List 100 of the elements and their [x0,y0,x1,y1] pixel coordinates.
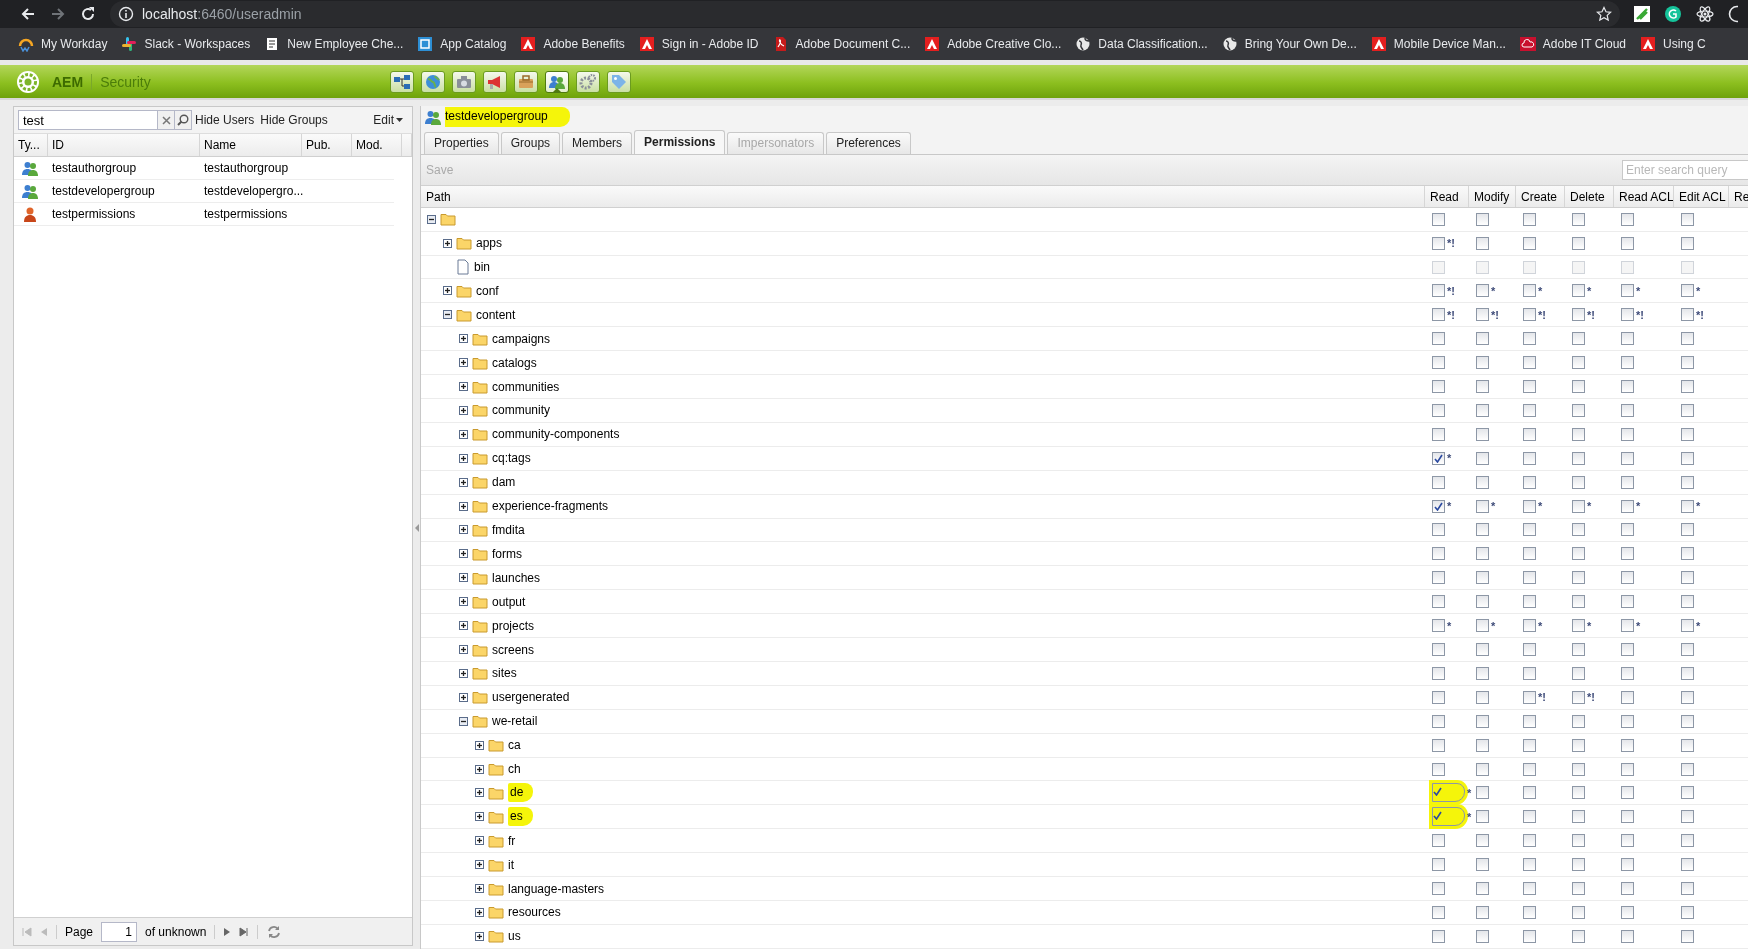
checkbox[interactable] [1432,905,1445,919]
checkbox[interactable] [1621,738,1634,752]
tree-row[interactable]: de * [421,781,1748,806]
checkbox[interactable] [1621,332,1634,346]
checkbox[interactable] [1432,807,1465,827]
checkbox[interactable] [1572,834,1585,848]
bookmark[interactable]: Data Classification... [1075,36,1208,52]
tree-row[interactable]: ch [421,757,1748,782]
tree-item-label[interactable]: es [508,807,533,827]
checkbox[interactable] [1432,427,1445,441]
checkbox[interactable] [1432,403,1445,417]
checkbox[interactable] [1621,403,1634,417]
checkbox[interactable] [1523,905,1536,919]
checkbox[interactable] [1681,332,1694,346]
checkbox[interactable] [1476,905,1489,919]
column-header[interactable]: Pub. [302,134,352,156]
checkbox[interactable] [1476,308,1489,322]
checkbox[interactable] [1572,523,1585,537]
checkbox[interactable] [1432,643,1445,656]
tree-item-label[interactable]: screens [492,642,535,657]
checkbox[interactable] [1523,523,1536,537]
tree-item-label[interactable]: launches [492,570,541,585]
search-field[interactable]: test [18,110,158,130]
checkbox[interactable] [1523,403,1536,417]
expand-icon[interactable] [459,645,468,654]
expand-icon[interactable] [459,573,468,583]
checkbox[interactable] [1621,308,1634,322]
checkbox[interactable] [1523,858,1536,872]
checkbox[interactable] [1476,858,1489,872]
toolbar-button[interactable] [421,70,446,93]
bookmark[interactable]: New Employee Che... [264,36,404,52]
checkbox[interactable] [1572,212,1585,226]
bookmark[interactable]: App Catalog [417,36,507,52]
checkbox[interactable] [1432,523,1445,537]
tree-item-label[interactable]: sites [492,666,517,681]
checkbox[interactable] [1432,451,1445,465]
checkbox[interactable] [1523,547,1536,561]
tab[interactable]: Properties [424,131,499,154]
checkbox[interactable] [1432,547,1445,561]
checkbox[interactable] [1621,666,1634,680]
tree-item-label[interactable]: it [508,857,514,872]
page-field[interactable]: 1 [101,921,138,942]
checkbox[interactable] [1681,284,1694,298]
column-header[interactable]: Re [1728,185,1748,207]
checkbox[interactable] [1432,499,1445,513]
checkbox[interactable] [1476,475,1489,489]
checkbox[interactable] [1523,380,1536,394]
checkbox[interactable] [1572,619,1585,633]
tree-item-label[interactable]: dam [492,475,516,490]
checkbox[interactable] [1523,284,1536,298]
checkbox[interactable] [1681,475,1694,489]
tree-row[interactable]: sites [421,661,1748,686]
checkbox[interactable] [1572,427,1585,441]
refresh-icon[interactable] [266,923,283,940]
expand-icon[interactable] [459,692,468,702]
extension-icon[interactable] [1664,5,1682,23]
checkbox[interactable] [1476,929,1489,943]
toolbar-button[interactable] [452,70,477,93]
checkbox[interactable] [1572,308,1585,322]
checkbox[interactable] [1432,380,1445,394]
tree-item-label[interactable]: experience-fragments [492,499,609,514]
checkbox[interactable] [1572,643,1585,656]
checkbox[interactable] [1681,595,1694,609]
tree-item-label[interactable]: ca [508,738,521,753]
checkbox[interactable] [1621,212,1634,226]
checkbox[interactable] [1681,236,1694,250]
expand-icon[interactable] [475,764,484,774]
bookmark[interactable]: My Workday [18,36,108,52]
checkbox[interactable] [1681,929,1694,943]
checkbox[interactable] [1572,762,1585,776]
collapse-icon[interactable] [427,214,436,224]
checkbox[interactable] [1523,236,1536,250]
checkbox[interactable] [1572,714,1585,728]
expand-icon[interactable] [475,788,484,798]
next-page-icon[interactable] [223,926,232,937]
checkbox[interactable] [1681,547,1694,561]
bookmark[interactable]: Bring Your Own De... [1221,36,1357,52]
tree-row[interactable]: community [421,399,1748,423]
checkbox[interactable] [1476,666,1489,680]
checkbox[interactable] [1523,643,1536,656]
checkbox[interactable] [1523,834,1536,848]
previous-page-icon[interactable] [40,926,48,937]
tree-row[interactable]: forms [421,542,1748,567]
tree-item-label[interactable]: cq:tags [492,451,531,466]
toolbar-button[interactable] [576,70,601,93]
toolbar-button[interactable] [514,70,539,93]
tree-item-label[interactable]: output [492,594,526,609]
checkbox[interactable] [1621,690,1634,704]
checkbox[interactable] [1572,499,1585,513]
checkbox[interactable] [1432,212,1445,226]
column-header[interactable]: Delete [1564,185,1613,207]
checkbox[interactable] [1476,690,1489,704]
atom-icon[interactable] [1696,5,1714,23]
tree-item-label[interactable]: communities [492,379,560,394]
checkbox[interactable] [1476,834,1489,848]
tree-item-label[interactable]: fmdita [492,522,525,537]
tree-row[interactable]: screens [421,638,1748,662]
tree-row[interactable]: launches [421,566,1748,591]
expand-icon[interactable] [459,358,468,368]
tree-row[interactable]: resources [421,901,1748,925]
